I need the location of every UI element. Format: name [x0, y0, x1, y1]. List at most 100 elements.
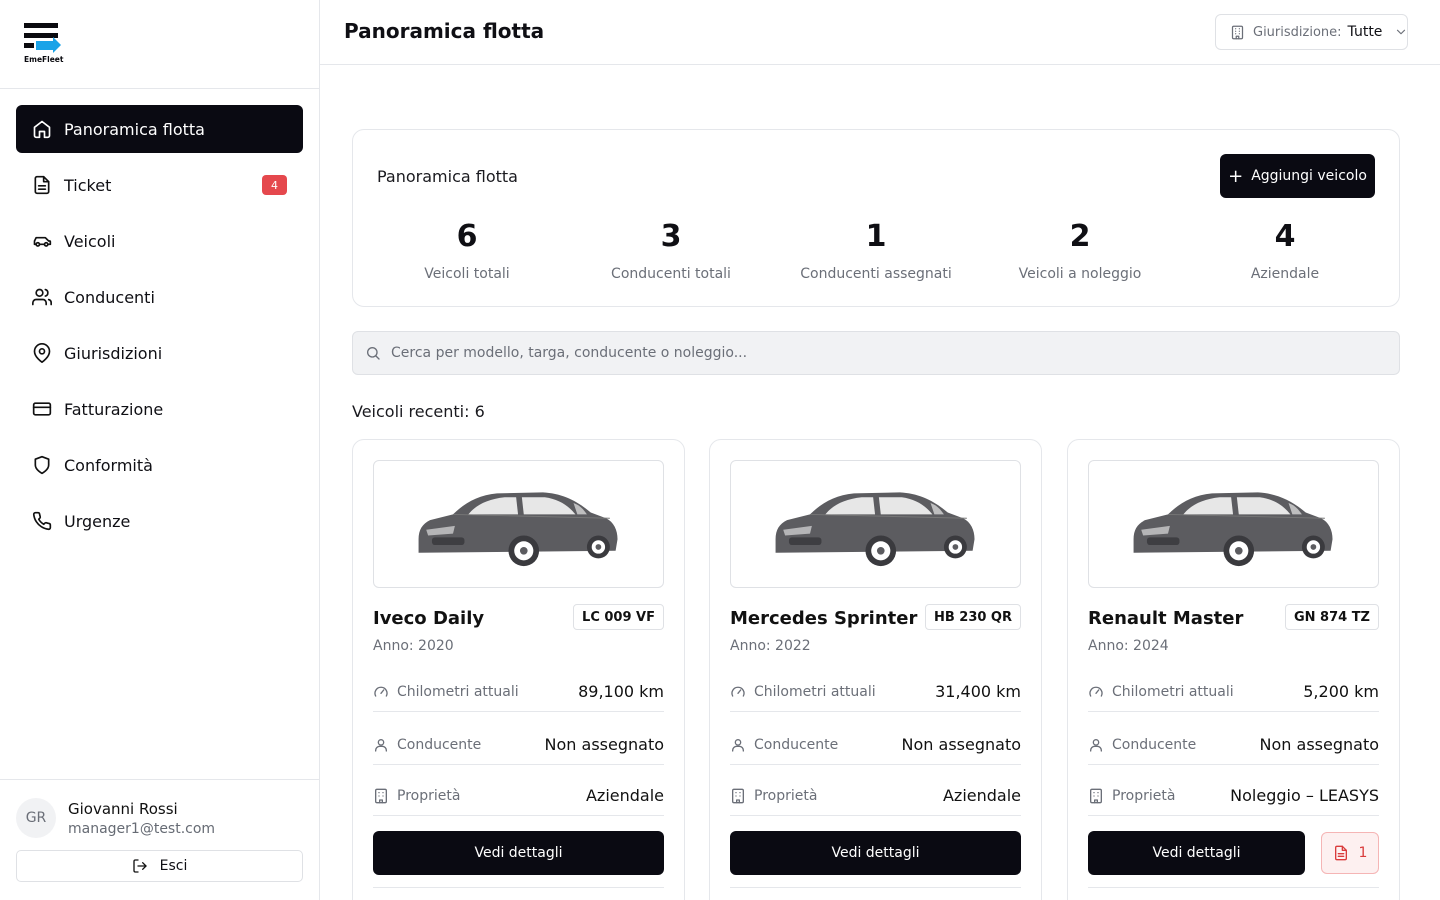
sidebar-item-label: Fatturazione: [64, 399, 164, 419]
vehicle-image: [1088, 460, 1379, 588]
stat-value: 1: [865, 219, 887, 254]
phone-icon: [32, 511, 52, 531]
gauge-icon: [730, 684, 746, 700]
driver-label: Conducente: [1112, 736, 1197, 753]
ownership-value: Aziendale: [942, 786, 1021, 805]
jurisdiction-label: Giurisdizione:: [1253, 24, 1342, 40]
car-icon: [417, 491, 618, 567]
driver-value: Non assegnato: [1259, 735, 1379, 754]
km-value: 31,400 km: [935, 682, 1021, 701]
km-label: Chilometri attuali: [397, 683, 519, 700]
sidebar: EmeFleet Panoramica flotta Ticket 4 Veic…: [0, 0, 320, 900]
emefleet-logo[interactable]: EmeFleet: [24, 23, 64, 65]
logo-text: EmeFleet: [24, 55, 64, 64]
user-info: GR Giovanni Rossi manager1@test.com: [16, 798, 303, 838]
jurisdiction-select[interactable]: Giurisdizione: Tutte: [1215, 14, 1408, 50]
sidebar-item-label: Conformità: [64, 455, 153, 475]
home-icon: [32, 119, 52, 139]
logo-area: EmeFleet: [0, 0, 319, 89]
ownership-label: Proprietà: [1112, 787, 1176, 804]
user-email: manager1@test.com: [68, 820, 216, 837]
documents-alert-button[interactable]: 1: [1321, 832, 1379, 874]
top-header: Panoramica flotta Giurisdizione: Tutte: [320, 0, 1440, 65]
license-plate: GN 874 TZ: [1284, 604, 1379, 630]
sidebar-item-label: Urgenze: [64, 511, 131, 531]
stat-label: Aziendale: [1250, 266, 1320, 282]
ownership-label: Proprietà: [754, 787, 818, 804]
documents-count: 1: [1358, 845, 1368, 861]
chevron-down-icon: [1394, 25, 1408, 39]
stat-value: 2: [1069, 219, 1091, 254]
vehicle-year: Anno: 2024: [1088, 638, 1169, 654]
view-details-button[interactable]: Vedi dettagli: [373, 831, 664, 875]
stat-conducenti-assegnati: 1 Conducenti assegnati: [776, 219, 976, 283]
gauge-icon: [373, 684, 389, 700]
sidebar-item-conducenti[interactable]: Conducenti: [16, 273, 303, 321]
km-value: 89,100 km: [578, 682, 664, 701]
view-details-button[interactable]: Vedi dettagli: [730, 831, 1021, 875]
sidebar-item-label: Conducenti: [64, 287, 155, 307]
sidebar-item-label: Ticket: [64, 175, 112, 195]
sidebar-item-ticket[interactable]: Ticket 4: [16, 161, 303, 209]
user-name: Giovanni Rossi: [68, 799, 178, 818]
km-row: Chilometri attuali 5,200 km: [1088, 672, 1379, 712]
driver-row: Conducente Non assegnato: [730, 725, 1021, 765]
building-icon: [730, 788, 746, 804]
search-icon: [365, 345, 381, 361]
stat-label: Conducenti totali: [611, 266, 731, 282]
card-divider: [1088, 887, 1379, 888]
driver-value: Non assegnato: [901, 735, 1021, 754]
ownership-row: Proprietà Aziendale: [373, 776, 664, 816]
sidebar-item-label: Veicoli: [64, 231, 116, 251]
ownership-value: Noleggio – LEASYS: [1230, 786, 1379, 805]
km-value: 5,200 km: [1303, 682, 1379, 701]
user-icon: [1088, 737, 1104, 753]
vehicle-card: Mercedes Sprinter HB 230 QR Anno: 2022 C…: [709, 439, 1042, 900]
plus-icon: +: [1228, 165, 1244, 187]
sidebar-item-label: Giurisdizioni: [64, 343, 163, 363]
building-icon: [373, 788, 389, 804]
building-icon: [1230, 25, 1245, 40]
add-vehicle-label: Aggiungi veicolo: [1251, 168, 1367, 184]
vehicle-image: [373, 460, 664, 588]
stat-label: Veicoli totali: [424, 266, 510, 282]
avatar: GR: [16, 798, 56, 838]
stat-conducenti-totali: 3 Conducenti totali: [571, 219, 771, 283]
add-vehicle-button[interactable]: + Aggiungi veicolo: [1220, 154, 1375, 198]
sidebar-item-fatturazione[interactable]: Fatturazione: [16, 385, 303, 433]
sidebar-item-conformita[interactable]: Conformità: [16, 441, 303, 489]
shield-icon: [32, 455, 52, 475]
ownership-label: Proprietà: [397, 787, 461, 804]
file-text-icon: [32, 175, 52, 195]
stat-value: 4: [1274, 219, 1296, 254]
logout-icon: [132, 858, 148, 874]
car-icon: [1132, 491, 1333, 567]
stat-label: Conducenti assegnati: [800, 266, 952, 282]
km-row: Chilometri attuali 89,100 km: [373, 672, 664, 712]
car-icon: [774, 491, 975, 567]
logout-button[interactable]: Esci: [16, 850, 303, 882]
driver-value: Non assegnato: [544, 735, 664, 754]
overview-title: Panoramica flotta: [377, 167, 518, 186]
sidebar-item-giurisdizioni[interactable]: Giurisdizioni: [16, 329, 303, 377]
gauge-icon: [1088, 684, 1104, 700]
map-pin-icon: [32, 343, 52, 363]
building-icon: [1088, 788, 1104, 804]
stat-value: 6: [456, 219, 478, 254]
user-icon: [373, 737, 389, 753]
ticket-count-badge: 4: [262, 175, 287, 195]
sidebar-nav: Panoramica flotta Ticket 4 Veicoli Condu…: [0, 89, 319, 545]
sidebar-item-urgenze[interactable]: Urgenze: [16, 497, 303, 545]
vehicle-name: Renault Master: [1088, 608, 1244, 629]
ownership-row: Proprietà Noleggio – LEASYS: [1088, 776, 1379, 816]
license-plate: LC 009 VF: [573, 604, 664, 630]
license-plate: HB 230 QR: [924, 604, 1021, 630]
sidebar-item-veicoli[interactable]: Veicoli: [16, 217, 303, 265]
search-input[interactable]: [391, 345, 1371, 361]
sidebar-item-panoramica-flotta[interactable]: Panoramica flotta: [16, 105, 303, 153]
vehicle-name: Iveco Daily: [373, 608, 485, 629]
recent-vehicles-label: Veicoli recenti: 6: [352, 402, 485, 421]
stat-value: 3: [660, 219, 682, 254]
view-details-button[interactable]: Vedi dettagli: [1088, 831, 1305, 875]
vehicle-year: Anno: 2022: [730, 638, 811, 654]
